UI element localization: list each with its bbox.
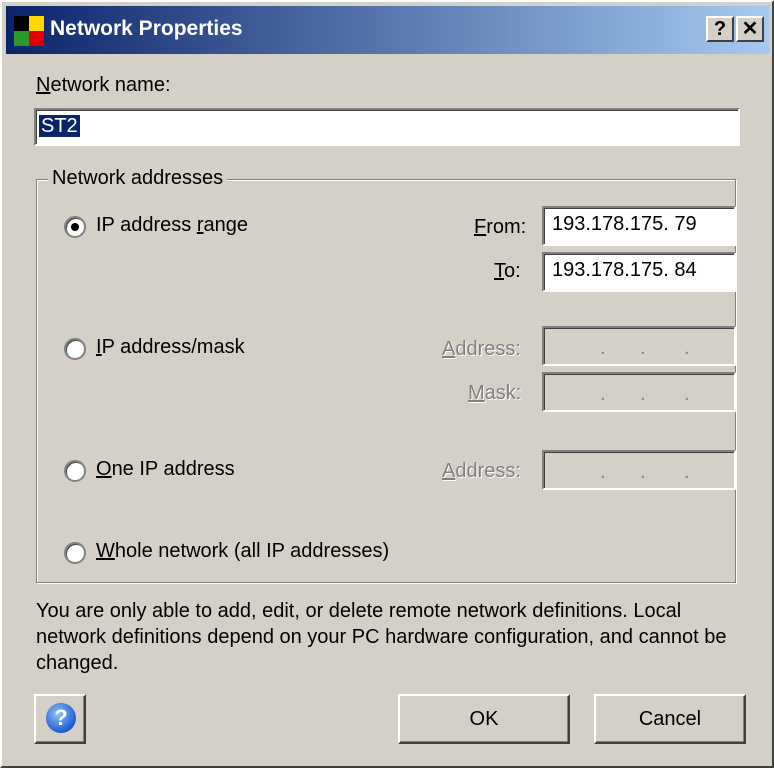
title-bar[interactable]: Network Properties ? ✕	[6, 6, 770, 54]
one-ip-radio[interactable]	[64, 460, 86, 482]
to-label: To:	[494, 260, 521, 282]
radio-selected-dot	[71, 223, 79, 231]
info-note: You are only able to add, edit, or delet…	[36, 600, 727, 674]
to-ip-input[interactable]: 193.178.175. 84	[542, 252, 736, 292]
network-name-input[interactable]: ST2	[34, 108, 740, 146]
one-ip-label[interactable]: One IP address	[96, 458, 235, 481]
network-name-value: ST2	[39, 115, 80, 137]
mask-address-input[interactable]: ...	[542, 326, 736, 366]
help-button[interactable]: ?	[34, 694, 86, 744]
ip-mask-label[interactable]: IP address/mask	[96, 336, 245, 359]
whole-network-radio[interactable]	[64, 542, 86, 564]
one-ip-address-input[interactable]: ...	[542, 450, 736, 490]
help-icon: ?	[46, 703, 76, 733]
network-addresses-legend: Network addresses	[48, 167, 228, 190]
mask-address-label: Address:	[442, 338, 521, 360]
ip-mask-radio[interactable]	[64, 338, 86, 360]
help-title-button[interactable]: ?	[706, 16, 734, 42]
ip-range-label[interactable]: IP address range	[96, 214, 248, 237]
ok-button-label: OK	[469, 708, 499, 730]
one-ip-address-label: Address:	[442, 460, 521, 482]
to-ip-value: 193.178.175. 84	[552, 259, 697, 281]
app-icon	[14, 16, 44, 46]
mask-input[interactable]: ...	[542, 372, 736, 412]
network-name-label: Network name:	[36, 74, 171, 96]
whole-network-label[interactable]: Whole network (all IP addresses)	[96, 540, 389, 563]
mask-label: Mask:	[468, 382, 522, 404]
from-label: From:	[474, 216, 527, 238]
window-title: Network Properties	[50, 17, 243, 40]
cancel-button[interactable]: Cancel	[594, 694, 746, 744]
from-ip-input[interactable]: 193.178.175. 79	[542, 206, 736, 246]
close-icon: ✕	[741, 18, 759, 40]
ip-range-radio[interactable]	[64, 216, 86, 238]
network-properties-dialog: Network Properties ? ✕ Network name: ST2…	[0, 0, 774, 768]
from-ip-value: 193.178.175. 79	[552, 213, 697, 235]
close-button[interactable]: ✕	[736, 16, 764, 42]
cancel-button-label: Cancel	[638, 708, 702, 730]
ok-button[interactable]: OK	[398, 694, 570, 744]
